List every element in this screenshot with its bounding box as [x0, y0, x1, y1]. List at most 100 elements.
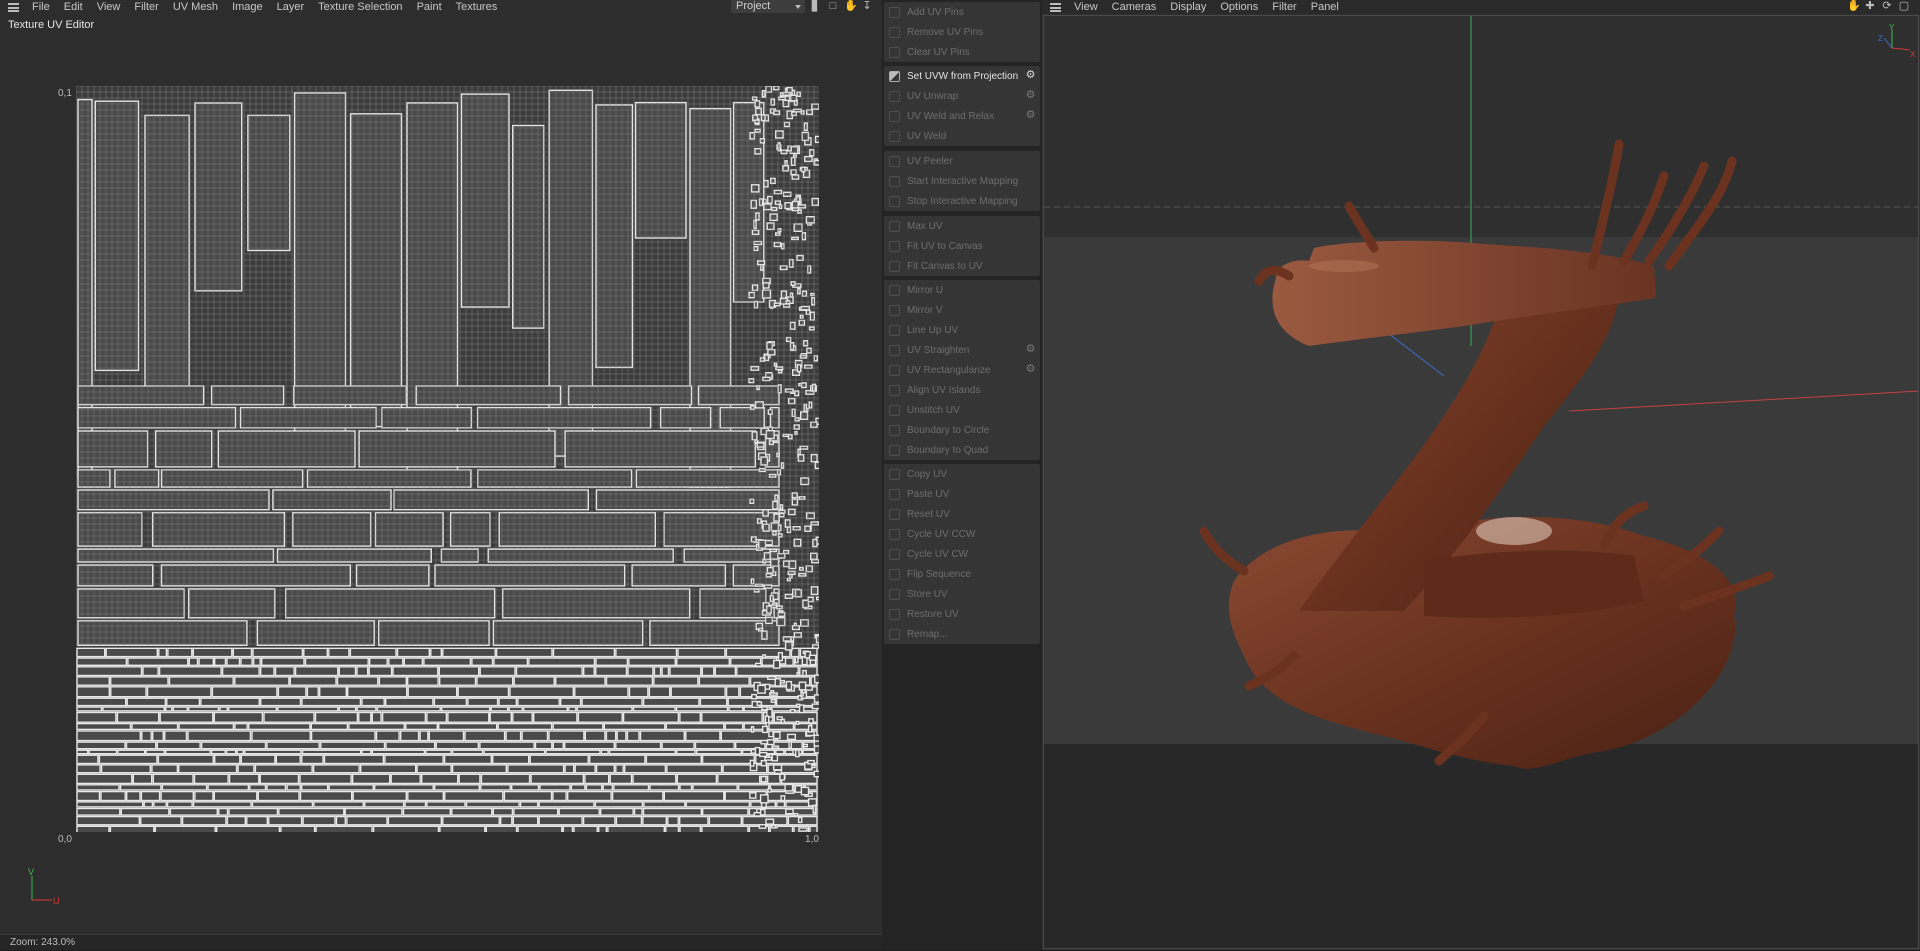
uv-weld-button[interactable]: UV Weld: [884, 126, 1040, 146]
paste-uv-button[interactable]: Paste UV: [884, 484, 1040, 504]
project-dropdown[interactable]: Project: [731, 0, 805, 13]
uv-island: [624, 764, 667, 774]
uv-island: [140, 790, 161, 802]
cycle-uv-cw-button[interactable]: Cycle UV CW: [884, 544, 1040, 564]
uv-island: [810, 521, 819, 526]
cycle-uv-ccw-button[interactable]: Cycle UV CCW: [884, 524, 1040, 544]
menu-textures[interactable]: Textures: [449, 1, 505, 13]
viewport-scene[interactable]: Y X Z: [1043, 15, 1919, 949]
clear-uv-pins-button[interactable]: Clear UV Pins: [884, 42, 1040, 62]
remap-button[interactable]: Remap...: [884, 624, 1040, 644]
fit-canvas-to-uv-button[interactable]: Fit Canvas to UV: [884, 256, 1040, 276]
vp-menu-cameras[interactable]: Cameras: [1105, 1, 1164, 13]
menu-paint[interactable]: Paint: [410, 1, 449, 13]
remap-icon: [889, 628, 900, 640]
histogram-icon[interactable]: ▋: [810, 0, 822, 12]
vp-menu-filter[interactable]: Filter: [1265, 1, 1303, 13]
command-label: Flip Sequence: [907, 568, 971, 580]
line-up-uv-button[interactable]: Line Up UV: [884, 320, 1040, 340]
uv-island: [778, 204, 783, 210]
uv-island: [240, 754, 276, 765]
uv-island: [790, 281, 796, 287]
menu-filter[interactable]: Filter: [127, 1, 165, 13]
max-uv-button[interactable]: Max UV: [884, 216, 1040, 236]
uv-island: [767, 787, 772, 793]
uv-gizmo-u-label: U: [53, 896, 60, 906]
uv-island: [815, 635, 819, 644]
boundary-to-circle-button[interactable]: Boundary to Circle: [884, 420, 1040, 440]
uv-island: [595, 764, 615, 774]
vp-menu-options[interactable]: Options: [1213, 1, 1265, 13]
uv-island: [328, 647, 350, 658]
uv-weld-and-relax-button[interactable]: UV Weld and Relax ⚙: [884, 106, 1040, 126]
gear-icon[interactable]: ⚙: [1025, 110, 1036, 121]
uv-island: [676, 749, 696, 755]
uv-island: [813, 770, 819, 778]
uv-island: [434, 784, 481, 791]
copy-uv-button[interactable]: Copy UV: [884, 464, 1040, 484]
menu-edit[interactable]: Edit: [57, 1, 90, 13]
uv-island: [805, 512, 815, 520]
uv-island: [753, 588, 760, 593]
uv-island: [724, 790, 767, 802]
reset-uv-button[interactable]: Reset UV: [884, 504, 1040, 524]
remove-uv-pins-button[interactable]: Remove UV Pins: [884, 22, 1040, 42]
move-icon[interactable]: ✚: [1864, 0, 1876, 12]
uv-island: [753, 300, 759, 309]
uv-island: [784, 783, 794, 792]
uv-island: [608, 749, 676, 755]
maximize-icon[interactable]: ▢: [1898, 0, 1910, 12]
uv-island: [762, 509, 769, 517]
vp-menu-view[interactable]: View: [1067, 1, 1105, 13]
uv-straighten-button[interactable]: UV Straighten ⚙: [884, 340, 1040, 360]
move-down-icon[interactable]: ↧: [861, 0, 873, 12]
hamburger-menu-icon[interactable]: [8, 2, 19, 12]
mirror-v-button[interactable]: Mirror V: [884, 300, 1040, 320]
uv-island: [785, 808, 794, 815]
mirror-u-button[interactable]: Mirror U: [884, 280, 1040, 300]
rotate-icon[interactable]: ⟳: [1881, 0, 1893, 12]
flip-sequence-button[interactable]: Flip Sequence: [884, 564, 1040, 584]
start-interactive-mapping-button[interactable]: Start Interactive Mapping: [884, 171, 1040, 191]
store-uv-button[interactable]: Store UV: [884, 584, 1040, 604]
menu-view[interactable]: View: [90, 1, 128, 13]
hand-pan-icon[interactable]: ✋: [844, 0, 858, 12]
hamburger-menu-icon[interactable]: [1050, 2, 1061, 12]
uv-island: [219, 706, 229, 712]
vp-menu-panel[interactable]: Panel: [1304, 1, 1346, 13]
uv-unwrap-button[interactable]: UV Unwrap ⚙: [884, 86, 1040, 106]
uv-canvas[interactable]: [76, 86, 819, 832]
lock-icon[interactable]: □: [827, 0, 839, 12]
boundary-to-quad-button[interactable]: Boundary to Quad: [884, 440, 1040, 460]
menu-texture-selection[interactable]: Texture Selection: [311, 1, 409, 13]
uv-island: [375, 730, 400, 742]
gear-icon[interactable]: ⚙: [1025, 344, 1036, 355]
uv-island: [76, 815, 140, 826]
uv-peeler-button[interactable]: UV Peeler: [884, 151, 1040, 171]
uv-island: [284, 588, 496, 619]
uv-island: [800, 411, 809, 420]
stop-interactive-mapping-button[interactable]: Stop Interactive Mapping: [884, 191, 1040, 211]
uv-island: [76, 764, 101, 774]
uv-island: [213, 754, 241, 765]
uv-island: [806, 109, 814, 116]
set-uvw-from-projection-button[interactable]: Set UVW from Projection ⚙: [884, 66, 1040, 86]
fit-uv-to-canvas-button[interactable]: Fit UV to Canvas: [884, 236, 1040, 256]
menu-image[interactable]: Image: [225, 1, 270, 13]
align-uv-islands-button[interactable]: Align UV Islands: [884, 380, 1040, 400]
menu-layer[interactable]: Layer: [270, 1, 312, 13]
uv-rectangularize-button[interactable]: UV Rectangularize ⚙: [884, 360, 1040, 380]
uv-island: [765, 430, 775, 440]
menu-uv-mesh[interactable]: UV Mesh: [166, 1, 225, 13]
uv-island: [805, 215, 815, 224]
unstitch-uv-button[interactable]: Unstitch UV: [884, 400, 1040, 420]
gear-icon[interactable]: ⚙: [1025, 364, 1036, 375]
restore-uv-button[interactable]: Restore UV: [884, 604, 1040, 624]
hand-pan-icon[interactable]: ✋: [1847, 0, 1861, 12]
gear-icon[interactable]: ⚙: [1025, 70, 1036, 81]
gear-icon[interactable]: ⚙: [1025, 90, 1036, 101]
vp-menu-display[interactable]: Display: [1163, 1, 1213, 13]
uv-island: [792, 526, 801, 531]
add-uv-pins-button[interactable]: Add UV Pins: [884, 2, 1040, 22]
menu-file[interactable]: File: [25, 1, 57, 13]
